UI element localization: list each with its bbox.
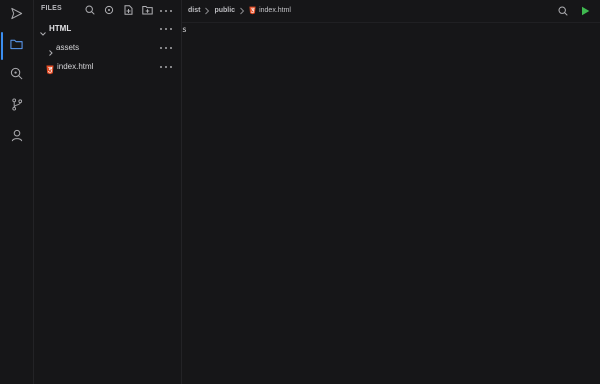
search-files-button[interactable] — [83, 3, 97, 17]
tree-item-index-html[interactable]: index.html — [34, 58, 181, 76]
account-view-button[interactable] — [0, 123, 33, 153]
play-icon — [10, 7, 23, 25]
breadcrumb-item[interactable]: index.html — [259, 7, 291, 14]
run-icon — [581, 6, 589, 16]
code-editor-text[interactable]: s — [182, 25, 187, 34]
editor-toolbar: dist public index.html — [182, 0, 600, 23]
git-branch-icon — [11, 98, 23, 116]
chevron-right-icon — [239, 7, 245, 15]
tree-item-label: index.html — [57, 62, 94, 71]
reveal-file-button[interactable] — [102, 3, 116, 17]
new-file-button[interactable] — [121, 3, 135, 17]
run-button[interactable] — [578, 4, 592, 18]
source-control-view-button[interactable] — [0, 92, 33, 122]
assets-more-button[interactable] — [160, 44, 172, 52]
more-icon — [160, 10, 162, 12]
search-icon — [85, 5, 95, 15]
explorer-header: FILES — [34, 0, 181, 20]
index-more-button[interactable] — [160, 63, 172, 71]
breadcrumb: dist public index.html — [188, 6, 291, 15]
tree-item-label: assets — [56, 43, 80, 52]
chevron-right-icon — [204, 7, 210, 15]
explorer-more-button[interactable] — [160, 7, 172, 15]
html5-icon — [249, 6, 256, 15]
user-icon — [11, 129, 23, 147]
search-view-button[interactable] — [0, 61, 33, 91]
breadcrumb-item[interactable]: public — [214, 7, 235, 14]
file-explorer: FILES HTML assets index.html — [34, 0, 182, 384]
tree-root-label: HTML — [49, 24, 72, 33]
new-file-icon — [124, 5, 132, 15]
explorer-title: FILES — [41, 5, 62, 12]
search-icon — [10, 67, 23, 85]
breadcrumb-item[interactable]: dist — [188, 7, 200, 14]
tree-item-assets[interactable]: assets — [34, 39, 181, 57]
location-icon — [104, 5, 114, 15]
activity-bar — [0, 0, 34, 384]
html5-icon — [46, 62, 54, 80]
editor-search-button[interactable] — [556, 4, 570, 18]
search-icon — [558, 6, 568, 16]
folder-icon — [10, 37, 23, 55]
new-folder-icon — [141, 6, 153, 15]
run-view-button[interactable] — [0, 1, 33, 31]
tree-root-html[interactable]: HTML — [34, 20, 181, 38]
explorer-view-button[interactable] — [0, 31, 33, 61]
root-more-button[interactable] — [160, 25, 172, 33]
editor-area: dist public index.html s — [182, 0, 600, 384]
new-folder-button[interactable] — [140, 3, 154, 17]
